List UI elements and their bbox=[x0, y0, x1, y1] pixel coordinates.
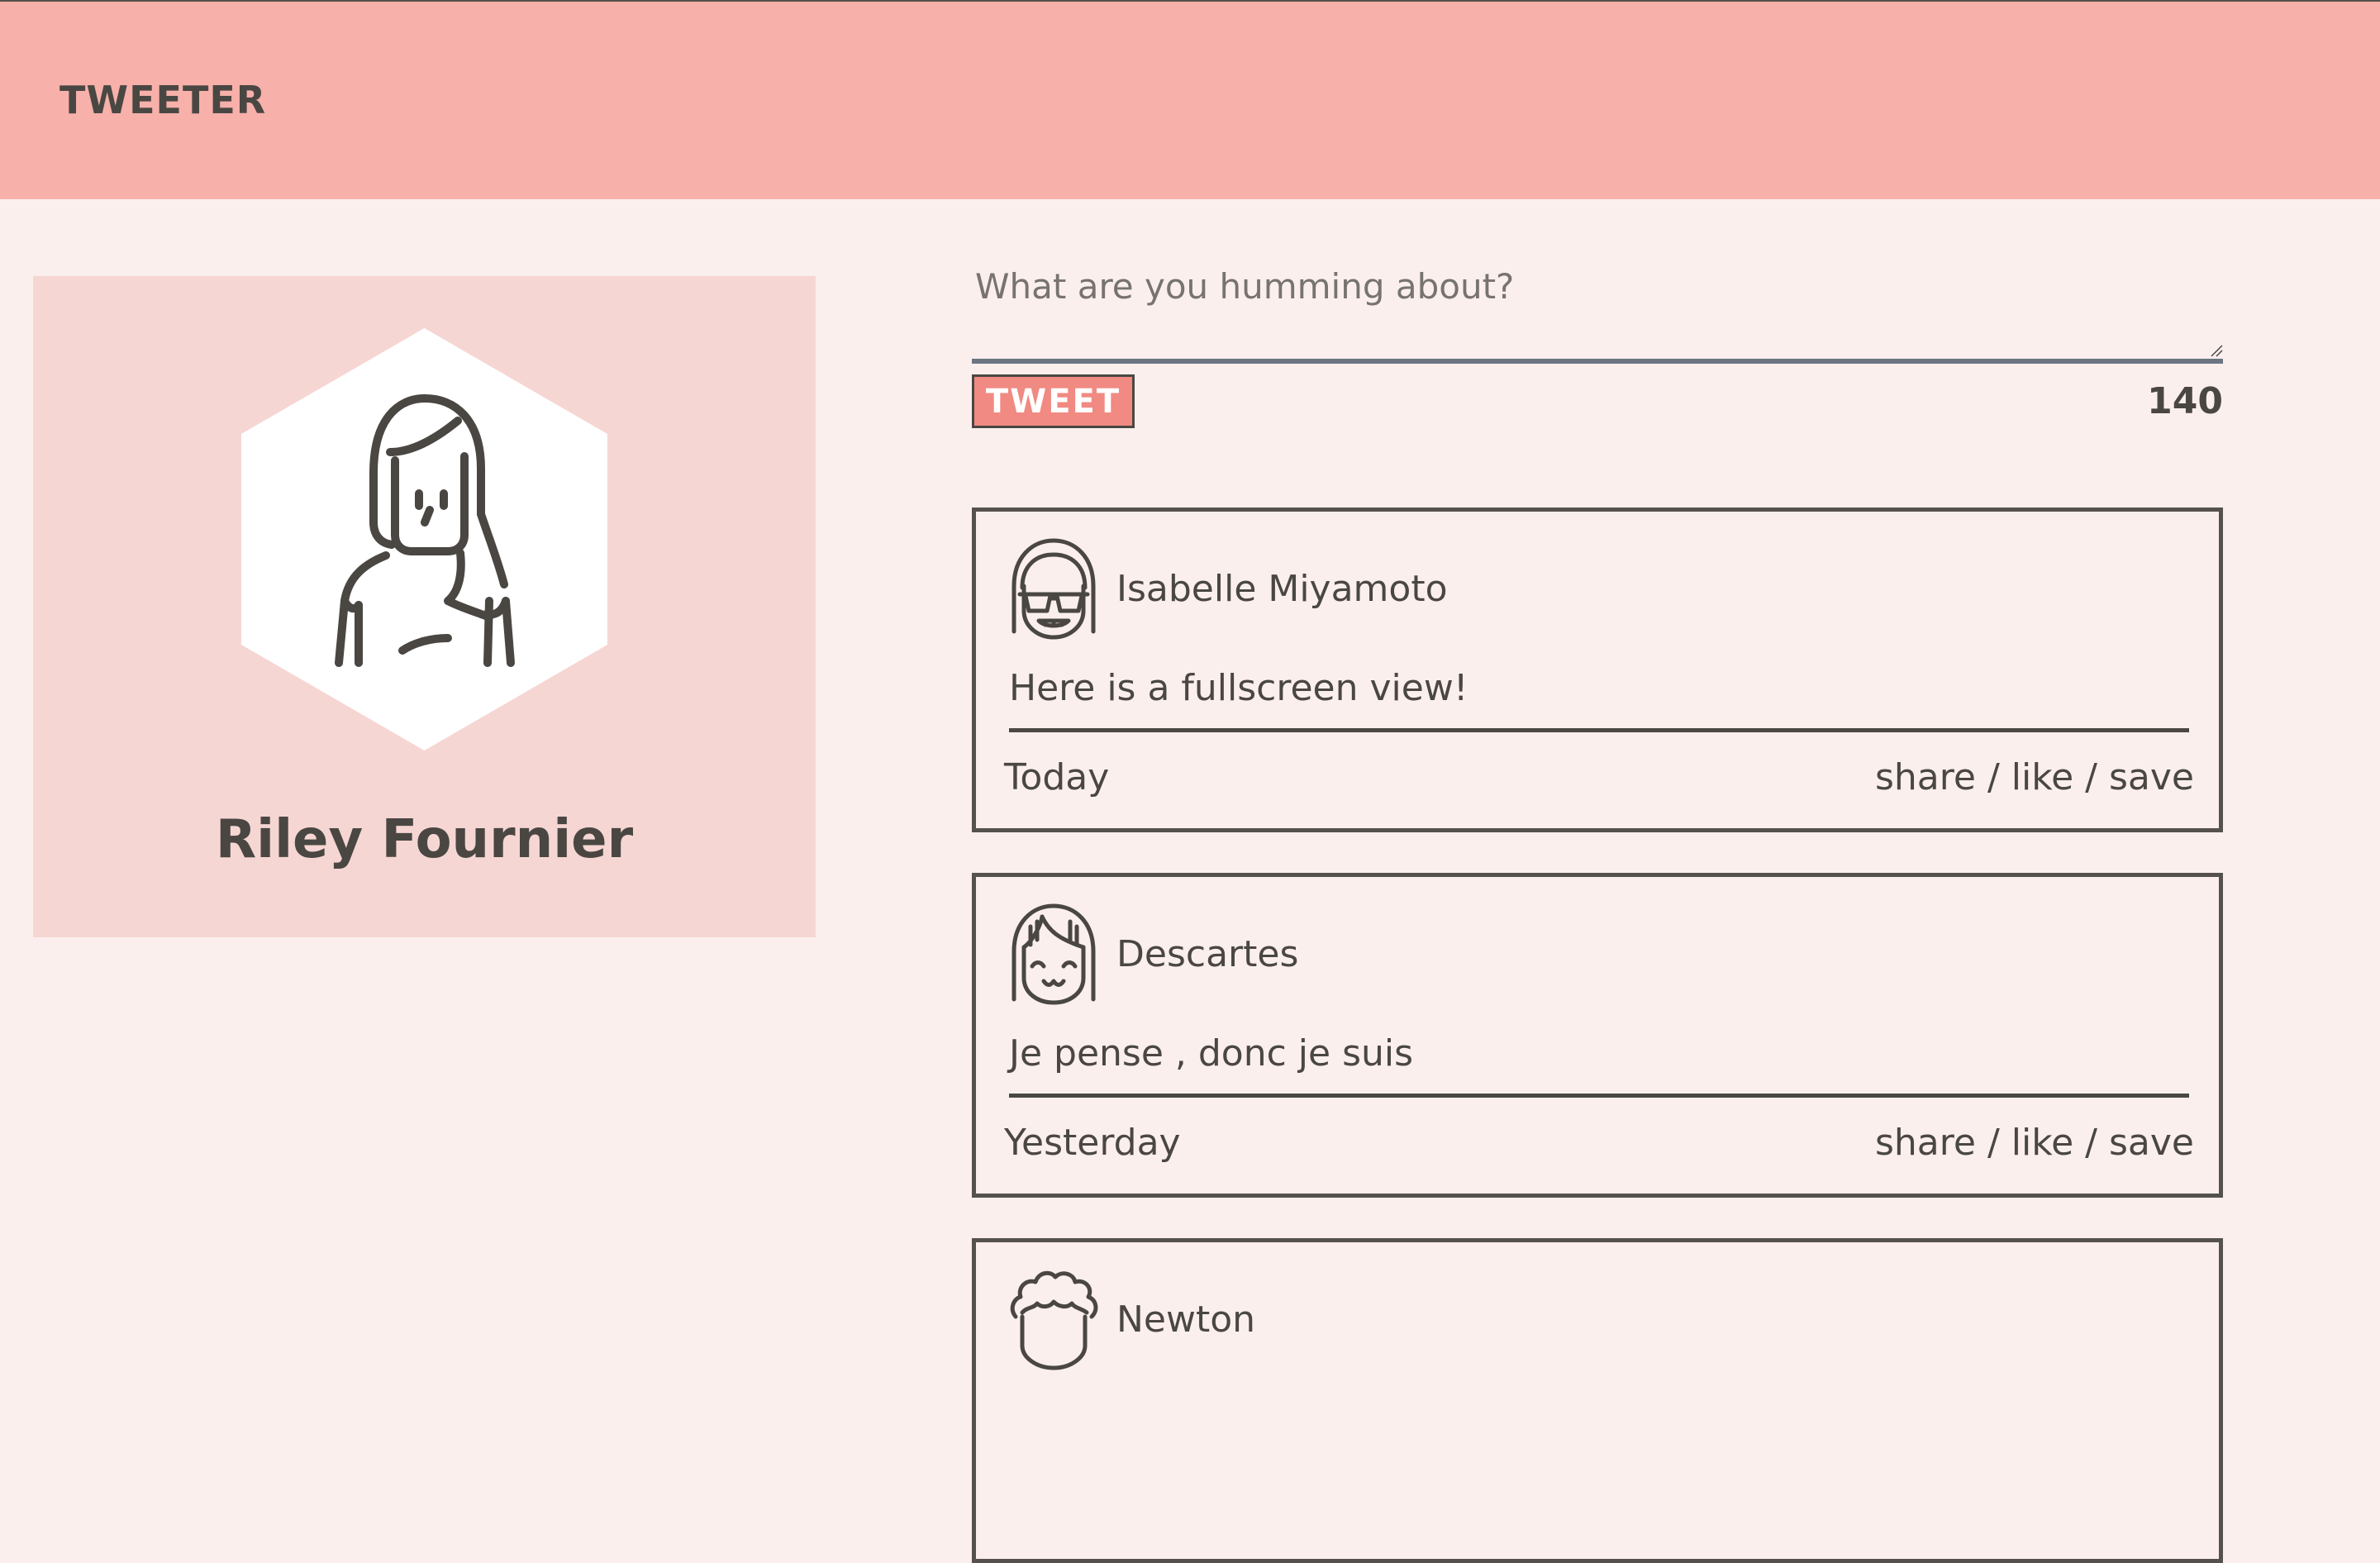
resize-grip-icon[interactable] bbox=[2210, 344, 2223, 357]
tweet-input[interactable] bbox=[972, 256, 2223, 364]
profile-name: Riley Fournier bbox=[215, 809, 634, 870]
tweet-timestamp: Yesterday bbox=[1004, 1122, 1181, 1164]
tweet-timestamp: Today bbox=[1004, 756, 1110, 798]
profile-card: Riley Fournier bbox=[33, 276, 816, 937]
curly-hair-avatar-icon bbox=[1010, 1270, 1098, 1370]
tweet-composer: TWEET 140 bbox=[972, 256, 2223, 428]
tweet-divider bbox=[1009, 1094, 2189, 1098]
top-nav-bar: TWEETER bbox=[0, 0, 2380, 199]
tweet-button[interactable]: TWEET bbox=[972, 374, 1135, 428]
brand-logo[interactable]: TWEETER bbox=[60, 78, 266, 122]
tweet-actions[interactable]: share / like / save bbox=[1875, 756, 2194, 798]
woman-avatar-icon bbox=[241, 328, 607, 751]
tweet-content: Je pense , donc je suis bbox=[1009, 1032, 1414, 1075]
tweet-card: Isabelle Miyamoto Here is a fullscreen v… bbox=[972, 507, 2223, 832]
tweet-author[interactable]: Newton bbox=[1116, 1299, 1255, 1341]
tweet-content: Here is a fullscreen view! bbox=[1009, 667, 1468, 709]
char-counter: 140 bbox=[2147, 380, 2223, 422]
tweet-author[interactable]: Isabelle Miyamoto bbox=[1116, 568, 1448, 610]
tweet-divider bbox=[1009, 728, 2189, 732]
tweet-card: Descartes Je pense , donc je suis Yester… bbox=[972, 873, 2223, 1198]
tweet-card: Newton bbox=[972, 1238, 2223, 1563]
smiling-girl-avatar-icon bbox=[1011, 903, 1096, 1005]
sunglasses-girl-avatar-icon bbox=[1011, 538, 1096, 640]
tweet-author[interactable]: Descartes bbox=[1116, 933, 1298, 975]
tweet-actions[interactable]: share / like / save bbox=[1875, 1122, 2194, 1164]
